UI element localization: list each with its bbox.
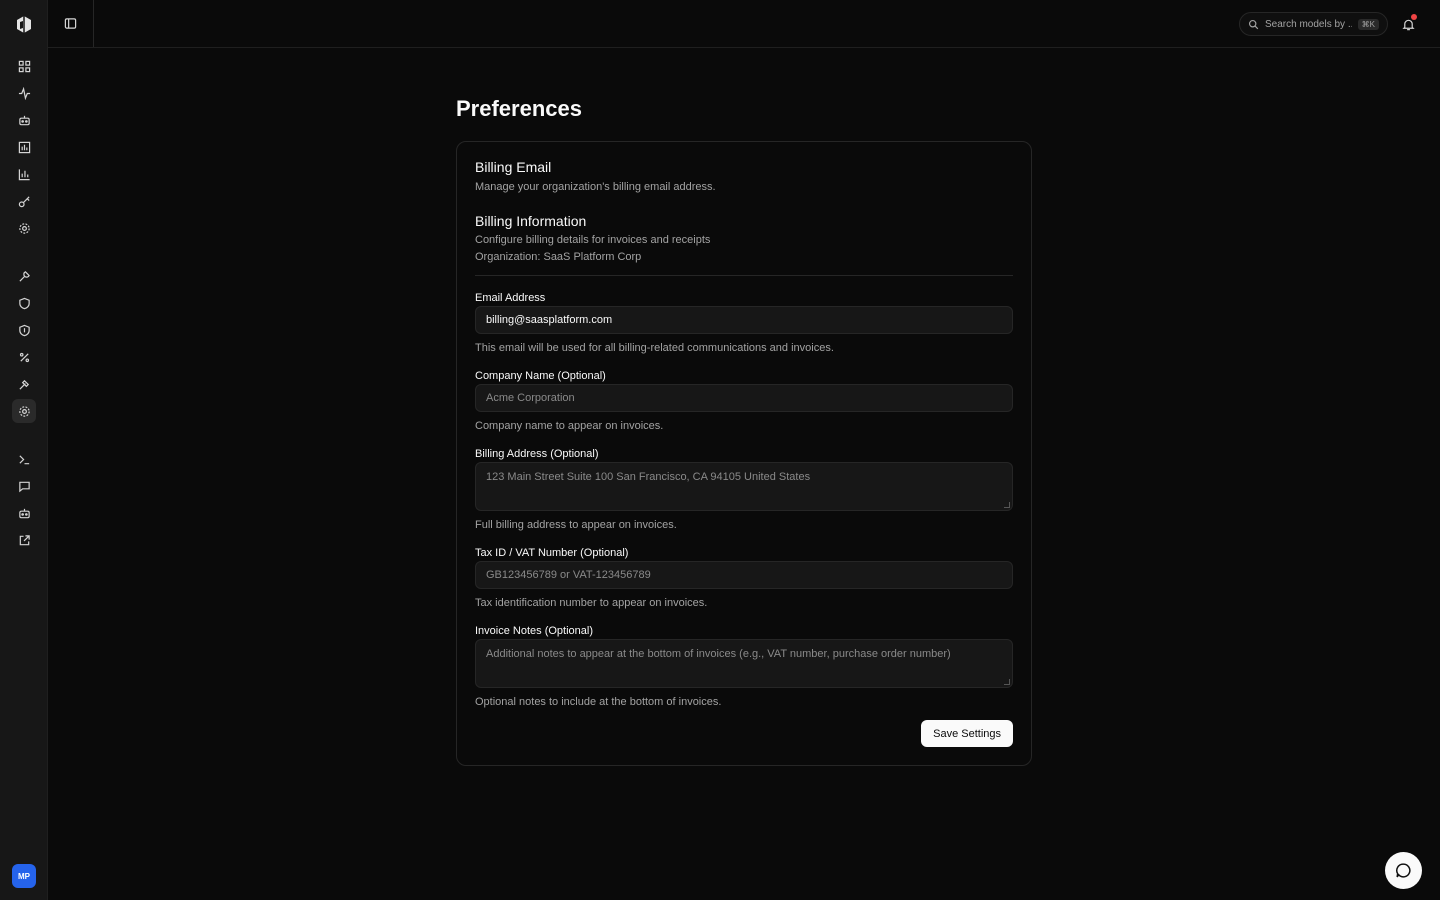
- billing-settings-card: Billing Email Manage your organization's…: [456, 141, 1032, 766]
- search-placeholder: Search models by ...: [1265, 18, 1352, 30]
- company-hint: Company name to appear on invoices.: [475, 420, 664, 432]
- sidebar-item-bot[interactable]: [12, 108, 36, 132]
- tax-label: Tax ID / VAT Number (Optional): [475, 547, 629, 559]
- resize-handle[interactable]: [1004, 502, 1010, 508]
- app-root: MP Search models by ... ⌘K Preferences B…: [0, 0, 1440, 900]
- sidebar-item-activity[interactable]: [12, 81, 36, 105]
- app-logo[interactable]: [14, 14, 34, 34]
- tax-id-field[interactable]: GB123456789 or VAT-123456789: [475, 561, 1013, 589]
- billing-info-title: Billing Information: [475, 213, 587, 229]
- sidebar-item-terminal[interactable]: [12, 447, 36, 471]
- company-label: Company Name (Optional): [475, 370, 606, 382]
- terminal-icon: [18, 454, 29, 464]
- support-chat-button[interactable]: [1385, 852, 1422, 889]
- sidebar-item-external[interactable]: [12, 528, 36, 552]
- company-name-field[interactable]: Acme Corporation: [475, 384, 1013, 412]
- sidebar-item-security[interactable]: [12, 291, 36, 315]
- sidebar-item-guardrails[interactable]: [12, 318, 36, 342]
- chat-icon: [18, 481, 30, 492]
- email-label: Email Address: [475, 292, 546, 304]
- search-input[interactable]: Search models by ... ⌘K: [1239, 12, 1388, 36]
- sidebar-item-keys[interactable]: [12, 189, 36, 213]
- key-icon: [18, 195, 30, 207]
- activity-icon: [18, 86, 30, 100]
- shield-check-icon: [18, 324, 30, 336]
- sidebar-toggle-button[interactable]: [48, 0, 94, 47]
- sidebar-item-reports[interactable]: [12, 135, 36, 159]
- divider: [475, 275, 1013, 276]
- billing-address-field[interactable]: 123 Main Street Suite 100 San Francisco,…: [475, 462, 1013, 511]
- external-link-icon: [19, 534, 30, 545]
- sidebar-item-chat[interactable]: [12, 474, 36, 498]
- billing-address-placeholder: 123 Main Street Suite 100 San Francisco,…: [486, 471, 811, 483]
- sidebar-item-agents[interactable]: [12, 501, 36, 525]
- organization-label: Organization: SaaS Platform Corp: [475, 251, 642, 263]
- settings-icon: [18, 222, 30, 234]
- wrench-icon: [18, 270, 30, 282]
- invoice-notes-placeholder: Additional notes to appear at the bottom…: [486, 648, 951, 660]
- billing-email-description: Manage your organization's billing email…: [475, 181, 716, 193]
- sidebar-item-pricing[interactable]: [12, 345, 36, 369]
- save-settings-button[interactable]: Save Settings: [921, 720, 1013, 747]
- sidebar-item-tools[interactable]: [12, 264, 36, 288]
- sidebar-item-dashboard[interactable]: [12, 54, 36, 78]
- billing-email-title: Billing Email: [475, 159, 552, 175]
- page-title: Preferences: [456, 96, 582, 121]
- dashboard-icon: [18, 60, 30, 72]
- top-bar: Search models by ... ⌘K: [48, 0, 1440, 48]
- sidebar-item-build[interactable]: [12, 372, 36, 396]
- notifications-button[interactable]: [1398, 14, 1418, 34]
- bot-icon: [18, 115, 30, 125]
- invoice-notes-field[interactable]: Additional notes to appear at the bottom…: [475, 639, 1013, 688]
- bar-chart-icon: [18, 141, 30, 153]
- email-field[interactable]: billing@saasplatform.com: [475, 306, 1013, 334]
- robot-icon: [18, 508, 30, 518]
- analytics-icon: [18, 168, 30, 180]
- sidebar-item-preferences[interactable]: [12, 399, 36, 423]
- notes-hint: Optional notes to include at the bottom …: [475, 696, 722, 708]
- search-icon: [1248, 19, 1259, 29]
- avatar[interactable]: MP: [12, 864, 36, 888]
- hammer-icon: [18, 379, 29, 390]
- email-hint: This email will be used for all billing-…: [475, 342, 834, 354]
- search-shortcut: ⌘K: [1357, 18, 1379, 30]
- shield-icon: [18, 297, 30, 309]
- resize-handle[interactable]: [1004, 679, 1010, 685]
- gear-icon: [18, 405, 30, 417]
- notification-badge: [1411, 14, 1417, 20]
- panel-left-icon: [64, 18, 77, 29]
- message-circle-icon: [1396, 863, 1411, 878]
- notes-label: Invoice Notes (Optional): [475, 625, 593, 637]
- percent-icon: [19, 352, 29, 362]
- sidebar-item-analytics[interactable]: [12, 162, 36, 186]
- address-hint: Full billing address to appear on invoic…: [475, 519, 677, 531]
- sidebar-item-settings[interactable]: [12, 216, 36, 240]
- tax-hint: Tax identification number to appear on i…: [475, 597, 708, 609]
- billing-info-description: Configure billing details for invoices a…: [475, 234, 711, 246]
- sidebar: MP: [0, 0, 48, 900]
- address-label: Billing Address (Optional): [475, 448, 599, 460]
